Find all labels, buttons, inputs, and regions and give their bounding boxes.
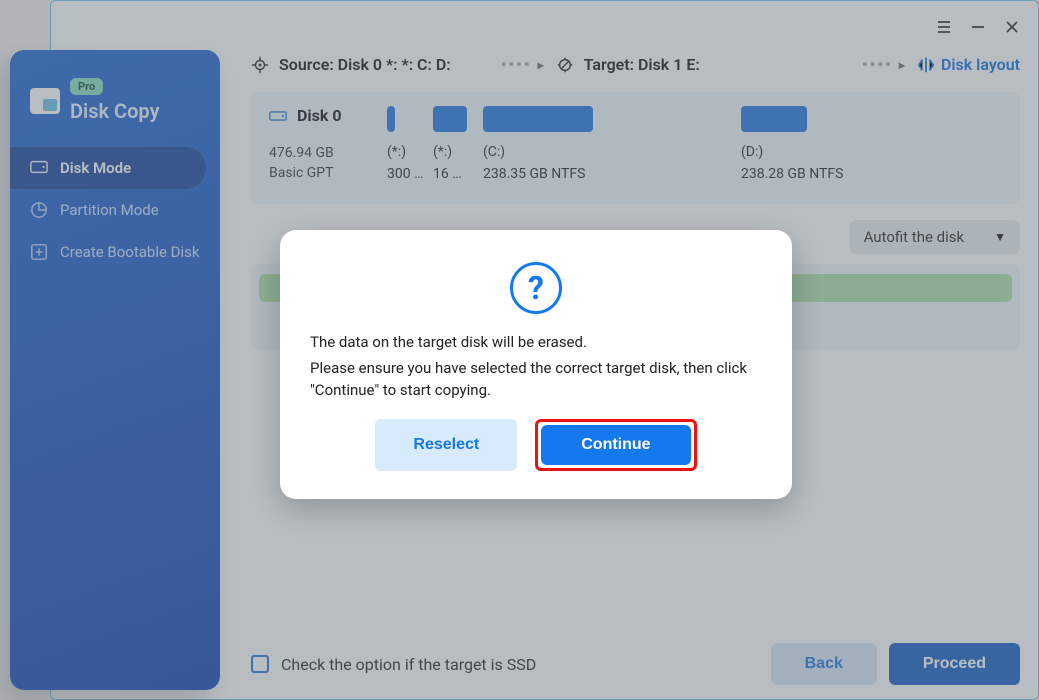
reselect-button[interactable]: Reselect	[375, 419, 517, 471]
confirm-dialog: ? The data on the target disk will be er…	[280, 230, 792, 499]
question-icon: ?	[310, 262, 762, 314]
dialog-line-2: Please ensure you have selected the corr…	[310, 358, 762, 402]
dialog-line-1: The data on the target disk will be eras…	[310, 332, 762, 354]
continue-button[interactable]: Continue	[541, 425, 690, 465]
continue-highlight: Continue	[535, 419, 696, 471]
